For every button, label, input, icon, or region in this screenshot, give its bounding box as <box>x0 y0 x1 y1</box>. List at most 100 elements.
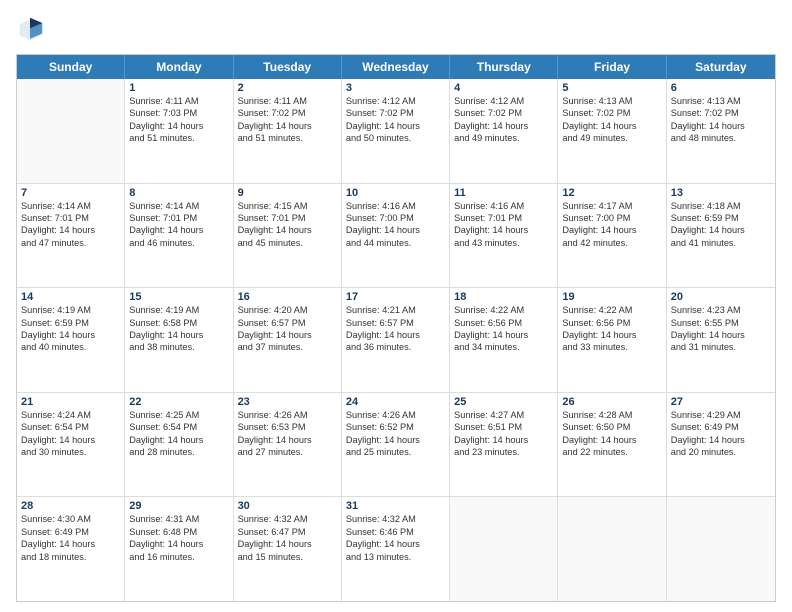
cell-info: Daylight: 14 hours <box>129 224 228 236</box>
day-number: 28 <box>21 500 120 512</box>
day-number: 1 <box>129 82 228 94</box>
day-number: 20 <box>671 291 771 303</box>
cell-info: and 43 minutes. <box>454 237 553 249</box>
cell-info: and 48 minutes. <box>671 132 771 144</box>
calendar-cell: 16Sunrise: 4:20 AMSunset: 6:57 PMDayligh… <box>234 288 342 392</box>
cell-info: and 23 minutes. <box>454 446 553 458</box>
cell-info: Sunrise: 4:14 AM <box>21 200 120 212</box>
cell-info: Sunrise: 4:18 AM <box>671 200 771 212</box>
day-number: 12 <box>562 187 661 199</box>
day-number: 18 <box>454 291 553 303</box>
cell-info: Daylight: 14 hours <box>562 329 661 341</box>
cell-info: Sunrise: 4:19 AM <box>129 304 228 316</box>
day-number: 10 <box>346 187 445 199</box>
cell-info: Daylight: 14 hours <box>454 224 553 236</box>
cell-info: Sunset: 6:48 PM <box>129 526 228 538</box>
day-number: 16 <box>238 291 337 303</box>
cell-info: and 18 minutes. <box>21 551 120 563</box>
cell-info: Daylight: 14 hours <box>671 120 771 132</box>
cell-info: Daylight: 14 hours <box>346 434 445 446</box>
cell-info: Daylight: 14 hours <box>238 538 337 550</box>
cell-info: Daylight: 14 hours <box>346 224 445 236</box>
cell-info: and 22 minutes. <box>562 446 661 458</box>
cell-info: and 41 minutes. <box>671 237 771 249</box>
cell-info: Sunset: 6:47 PM <box>238 526 337 538</box>
cell-info: Sunset: 6:57 PM <box>238 317 337 329</box>
cell-info: Sunset: 7:02 PM <box>346 107 445 119</box>
cell-info: Sunrise: 4:14 AM <box>129 200 228 212</box>
cell-info: Sunrise: 4:20 AM <box>238 304 337 316</box>
cell-info: Daylight: 14 hours <box>129 538 228 550</box>
cell-info: Sunrise: 4:32 AM <box>346 513 445 525</box>
calendar-cell: 20Sunrise: 4:23 AMSunset: 6:55 PMDayligh… <box>667 288 775 392</box>
cell-info: Sunset: 7:02 PM <box>454 107 553 119</box>
cell-info: and 38 minutes. <box>129 341 228 353</box>
cell-info: Sunrise: 4:27 AM <box>454 409 553 421</box>
day-number: 19 <box>562 291 661 303</box>
day-number: 25 <box>454 396 553 408</box>
cell-info: Daylight: 14 hours <box>671 434 771 446</box>
day-number: 17 <box>346 291 445 303</box>
calendar-cell: 4Sunrise: 4:12 AMSunset: 7:02 PMDaylight… <box>450 79 558 183</box>
calendar-cell: 18Sunrise: 4:22 AMSunset: 6:56 PMDayligh… <box>450 288 558 392</box>
day-number: 27 <box>671 396 771 408</box>
day-number: 13 <box>671 187 771 199</box>
cell-info: Sunset: 6:58 PM <box>129 317 228 329</box>
calendar-cell <box>450 497 558 601</box>
cell-info: Sunrise: 4:25 AM <box>129 409 228 421</box>
cell-info: Sunset: 6:53 PM <box>238 421 337 433</box>
calendar-header: SundayMondayTuesdayWednesdayThursdayFrid… <box>17 55 775 79</box>
cell-info: and 50 minutes. <box>346 132 445 144</box>
calendar-cell: 26Sunrise: 4:28 AMSunset: 6:50 PMDayligh… <box>558 393 666 497</box>
cell-info: Sunset: 6:51 PM <box>454 421 553 433</box>
cell-info: Sunset: 6:46 PM <box>346 526 445 538</box>
calendar: SundayMondayTuesdayWednesdayThursdayFrid… <box>16 54 776 602</box>
cell-info: Sunset: 6:55 PM <box>671 317 771 329</box>
cell-info: Sunrise: 4:16 AM <box>454 200 553 212</box>
calendar-week-1: 1Sunrise: 4:11 AMSunset: 7:03 PMDaylight… <box>17 79 775 184</box>
calendar-body: 1Sunrise: 4:11 AMSunset: 7:03 PMDaylight… <box>17 79 775 601</box>
day-number: 9 <box>238 187 337 199</box>
cell-info: Sunset: 6:50 PM <box>562 421 661 433</box>
cell-info: Sunset: 7:03 PM <box>129 107 228 119</box>
cell-info: and 51 minutes. <box>129 132 228 144</box>
calendar-cell <box>17 79 125 183</box>
header-day-thursday: Thursday <box>450 55 558 79</box>
header-day-saturday: Saturday <box>667 55 775 79</box>
cell-info: Sunset: 6:49 PM <box>671 421 771 433</box>
cell-info: and 42 minutes. <box>562 237 661 249</box>
calendar-week-5: 28Sunrise: 4:30 AMSunset: 6:49 PMDayligh… <box>17 497 775 601</box>
cell-info: Daylight: 14 hours <box>671 329 771 341</box>
cell-info: Daylight: 14 hours <box>454 329 553 341</box>
cell-info: and 40 minutes. <box>21 341 120 353</box>
cell-info: Sunset: 6:49 PM <box>21 526 120 538</box>
cell-info: Sunrise: 4:26 AM <box>238 409 337 421</box>
cell-info: Sunrise: 4:16 AM <box>346 200 445 212</box>
header-day-friday: Friday <box>558 55 666 79</box>
calendar-cell: 22Sunrise: 4:25 AMSunset: 6:54 PMDayligh… <box>125 393 233 497</box>
cell-info: Daylight: 14 hours <box>562 224 661 236</box>
cell-info: Sunrise: 4:28 AM <box>562 409 661 421</box>
cell-info: Sunset: 7:00 PM <box>562 212 661 224</box>
calendar-cell: 25Sunrise: 4:27 AMSunset: 6:51 PMDayligh… <box>450 393 558 497</box>
day-number: 22 <box>129 396 228 408</box>
calendar-cell: 10Sunrise: 4:16 AMSunset: 7:00 PMDayligh… <box>342 184 450 288</box>
cell-info: Daylight: 14 hours <box>346 120 445 132</box>
cell-info: Daylight: 14 hours <box>238 120 337 132</box>
cell-info: Daylight: 14 hours <box>346 329 445 341</box>
cell-info: Sunrise: 4:32 AM <box>238 513 337 525</box>
calendar-cell: 3Sunrise: 4:12 AMSunset: 7:02 PMDaylight… <box>342 79 450 183</box>
calendar-cell: 17Sunrise: 4:21 AMSunset: 6:57 PMDayligh… <box>342 288 450 392</box>
calendar-week-3: 14Sunrise: 4:19 AMSunset: 6:59 PMDayligh… <box>17 288 775 393</box>
cell-info: Sunset: 7:01 PM <box>21 212 120 224</box>
day-number: 2 <box>238 82 337 94</box>
day-number: 21 <box>21 396 120 408</box>
cell-info: and 34 minutes. <box>454 341 553 353</box>
header-day-monday: Monday <box>125 55 233 79</box>
calendar-cell: 21Sunrise: 4:24 AMSunset: 6:54 PMDayligh… <box>17 393 125 497</box>
logo-icon <box>16 16 44 44</box>
calendar-cell: 24Sunrise: 4:26 AMSunset: 6:52 PMDayligh… <box>342 393 450 497</box>
cell-info: Daylight: 14 hours <box>21 434 120 446</box>
cell-info: and 15 minutes. <box>238 551 337 563</box>
logo <box>16 16 48 44</box>
